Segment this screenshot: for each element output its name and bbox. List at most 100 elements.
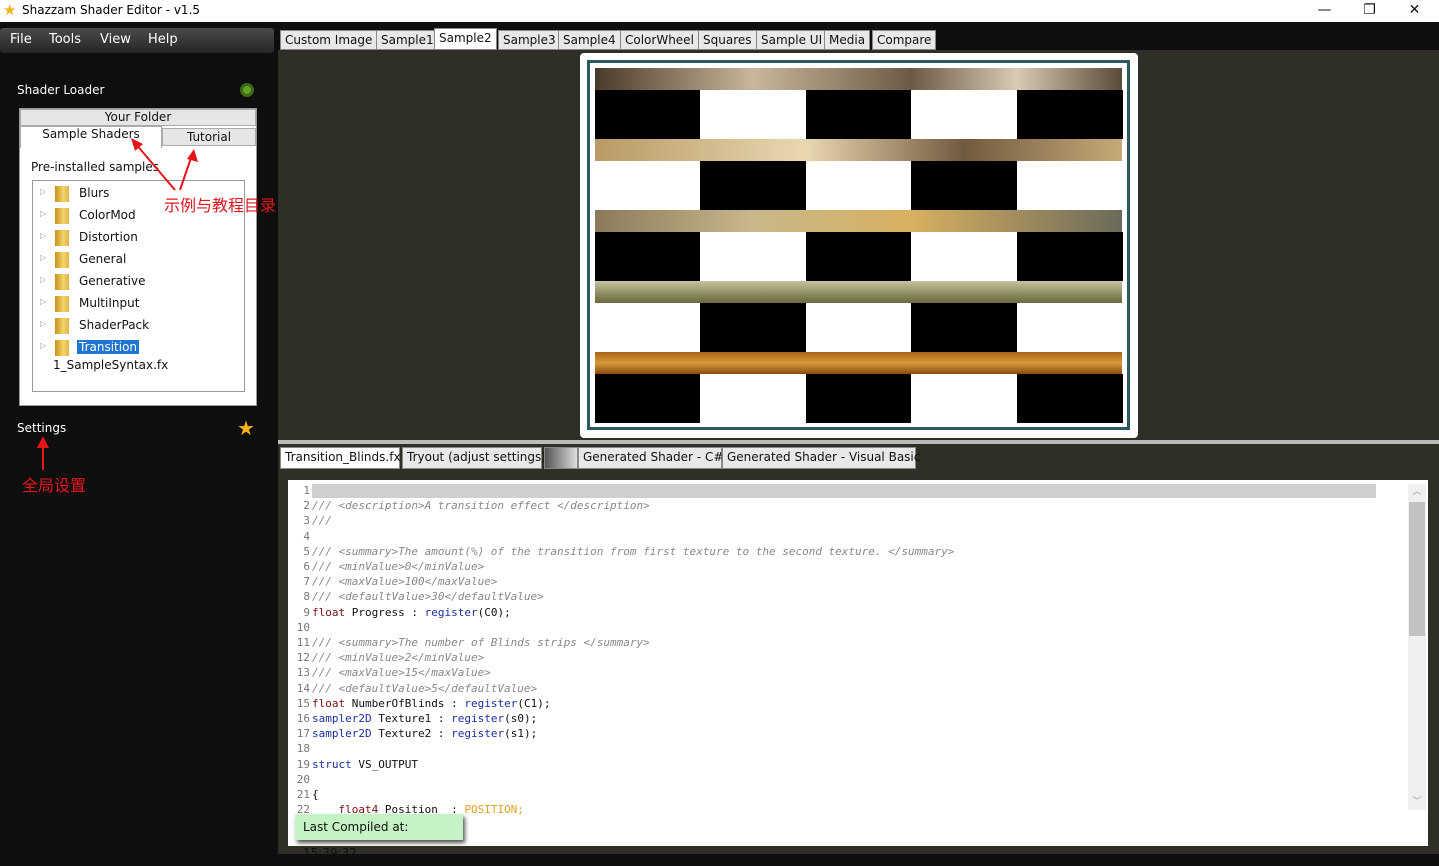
blind-cell xyxy=(805,303,912,352)
tree-folder-item[interactable]: ▷ MultiInput xyxy=(33,294,233,314)
expand-arrow-icon[interactable]: ▷ xyxy=(40,209,46,218)
line-number: 8 xyxy=(303,590,310,604)
folder-label: MultiInput xyxy=(79,296,140,310)
scroll-up-icon[interactable]: ︿ xyxy=(1410,484,1424,497)
line-number: 1 xyxy=(303,484,310,497)
code-token: /// <defaultValue>5</defaultValue> xyxy=(312,681,538,695)
code-line: float Progress : register(C0); xyxy=(312,606,511,619)
code-line: /// <defaultValue>5</defaultValue> xyxy=(312,682,537,695)
line-number: 2 xyxy=(303,499,310,513)
folder-icon xyxy=(55,186,69,202)
tree-file-item[interactable]: 1_SampleSyntax.fx xyxy=(53,358,168,372)
blind-cell xyxy=(1016,303,1123,352)
preview-tab[interactable]: Sample1 xyxy=(376,30,439,50)
editor-tab[interactable] xyxy=(544,447,578,469)
blind-cell xyxy=(805,161,912,210)
expand-arrow-icon[interactable]: ▷ xyxy=(40,253,46,262)
preview-tab[interactable]: ColorWheel xyxy=(620,30,699,50)
code-token: sampler2D xyxy=(312,727,372,741)
menu-help[interactable]: Help xyxy=(148,32,178,47)
line-number: 12 xyxy=(296,651,310,665)
app-star-icon: ★ xyxy=(3,1,17,19)
status-indicator-icon[interactable] xyxy=(240,83,254,97)
menu-bar: File Tools View Help xyxy=(0,28,274,53)
blind-cell xyxy=(595,303,701,352)
expand-arrow-icon[interactable]: ▷ xyxy=(40,187,46,196)
tab-your-folder[interactable]: Your Folder xyxy=(20,109,256,126)
blind-cell xyxy=(805,374,912,423)
blind-cell xyxy=(1016,374,1123,423)
annotation-settings-note: 全局设置 xyxy=(22,476,87,495)
editor-tab[interactable]: Generated Shader - Visual Basic xyxy=(722,447,920,469)
line-number: 10 xyxy=(296,620,310,634)
blind-cell xyxy=(911,90,1018,139)
code-line: /// <description>A transition effect </d… xyxy=(312,499,650,512)
editor-scrollbar[interactable]: ︿ ﹀ xyxy=(1408,484,1426,810)
line-number: 7 xyxy=(303,575,310,589)
editor-tab[interactable]: Transition_Blinds.fx xyxy=(280,447,401,469)
menu-view[interactable]: View xyxy=(100,32,131,47)
line-number: 13 xyxy=(296,666,310,680)
shader-loader-title: Shader Loader xyxy=(17,83,105,97)
preview-tab[interactable]: Media xyxy=(824,30,871,50)
code-line: sampler2D Texture2 : register(s1); xyxy=(312,727,537,740)
expand-arrow-icon[interactable]: ▷ xyxy=(40,319,46,328)
annotation-arrows xyxy=(131,138,198,191)
code-token: { xyxy=(312,788,319,801)
code-token: (s1); xyxy=(504,727,538,741)
preview-tab[interactable]: Sample3 xyxy=(498,30,561,50)
restore-button[interactable]: ❐ xyxy=(1347,0,1392,22)
blind-cell xyxy=(1016,90,1123,139)
close-button[interactable]: ✕ xyxy=(1392,0,1437,22)
folder-label: Distortion xyxy=(79,230,138,244)
blind-cell xyxy=(1016,161,1123,210)
blind-cell xyxy=(805,90,912,139)
minimize-button[interactable]: — xyxy=(1302,0,1347,22)
code-token: /// <description>A transition effect </d… xyxy=(312,499,650,513)
tree-folder-item[interactable]: ▷ Transition xyxy=(33,338,233,358)
expand-arrow-icon[interactable]: ▷ xyxy=(40,341,46,350)
blind-cell xyxy=(911,232,1018,281)
blind-cell xyxy=(595,90,701,139)
blind-cell xyxy=(595,374,701,423)
blind-cell xyxy=(911,374,1018,423)
expand-arrow-icon[interactable]: ▷ xyxy=(40,275,46,284)
code-token: /// <summary>The number of Blinds strips… xyxy=(312,636,650,649)
folder-label: Transition xyxy=(77,340,140,354)
editor-tab[interactable]: Generated Shader - C# xyxy=(578,447,723,469)
preview-tab[interactable]: Sample UI xyxy=(756,30,828,50)
blind-cell xyxy=(1016,232,1123,281)
menu-file[interactable]: File xyxy=(10,32,32,47)
tree-folder-item[interactable]: ▷ Distortion xyxy=(33,228,233,248)
blind-cell xyxy=(805,232,912,281)
code-token: /// <minValue>0</minValue> xyxy=(312,560,485,573)
settings-star-icon[interactable]: ★ xyxy=(237,416,255,440)
preview-tab[interactable]: Custom Image xyxy=(280,30,378,50)
line-number: 3 xyxy=(303,514,310,528)
tree-folder-item[interactable]: ▷ Generative xyxy=(33,272,233,292)
line-number: 20 xyxy=(296,772,310,786)
line-number: 16 xyxy=(296,712,310,725)
editor-tab[interactable]: Tryout (adjust settings) xyxy=(402,447,546,469)
expand-arrow-icon[interactable]: ▷ xyxy=(40,297,46,306)
scroll-down-icon[interactable]: ﹀ xyxy=(1410,794,1424,807)
preview-tab[interactable]: Sample4 xyxy=(558,30,621,50)
code-line: /// <minValue>0</minValue> xyxy=(312,560,484,573)
code-token: /// <maxValue>100</maxValue> xyxy=(312,575,498,589)
preview-tab[interactable]: Squares xyxy=(698,30,757,50)
line-number: 4 xyxy=(303,529,310,543)
expand-arrow-icon[interactable]: ▷ xyxy=(40,231,46,240)
preview-tab[interactable]: Sample2 xyxy=(434,28,497,50)
code-token: sampler2D xyxy=(312,712,372,725)
code-editor[interactable]: 1 2/// <description>A transition effect <… xyxy=(288,480,1428,846)
code-line: sampler2D Texture1 : register(s0); xyxy=(312,712,537,725)
preview-tab[interactable]: Compare xyxy=(872,30,937,50)
scroll-thumb[interactable] xyxy=(1409,502,1425,636)
code-line: /// <summary>The amount(%) of the transi… xyxy=(312,545,954,558)
menu-tools[interactable]: Tools xyxy=(49,32,81,47)
line-number: 17 xyxy=(296,727,310,741)
tree-folder-item[interactable]: ▷ ShaderPack xyxy=(33,316,233,336)
code-token: VS_OUTPUT xyxy=(351,757,418,771)
code-token: struct xyxy=(312,757,352,771)
tree-folder-item[interactable]: ▷ General xyxy=(33,250,233,270)
